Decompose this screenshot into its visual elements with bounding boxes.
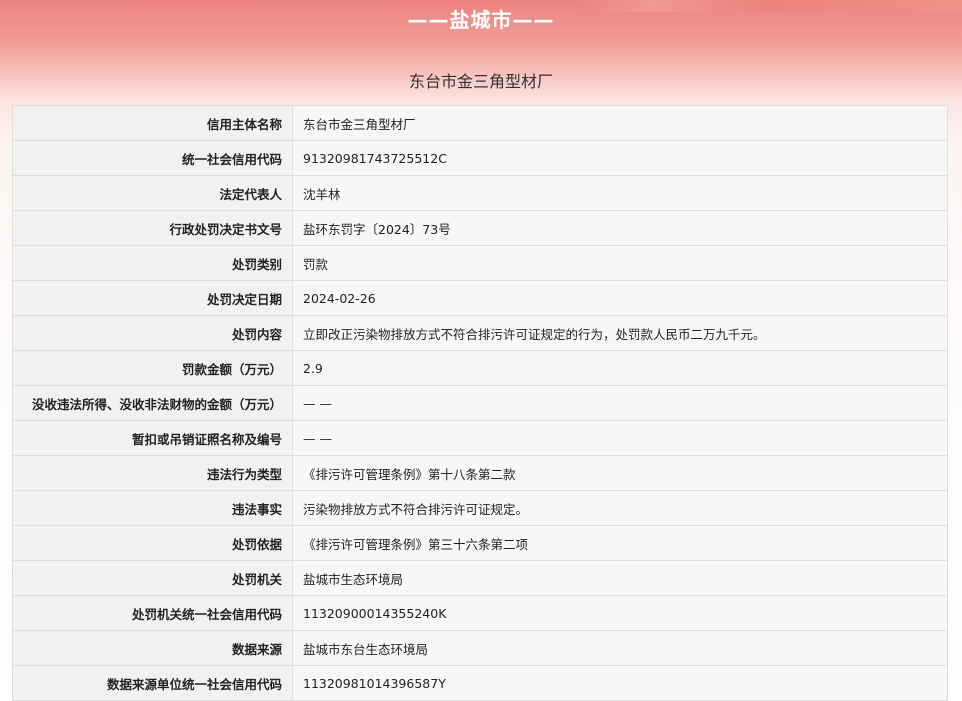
row-label: 处罚内容 xyxy=(12,315,293,351)
row-value: 91320981743725512C xyxy=(292,140,948,176)
table-row: 处罚机关统一社会信用代码 11320900014355240K xyxy=(12,595,948,631)
city-banner-title: ——盐城市—— xyxy=(407,8,555,32)
row-label: 处罚依据 xyxy=(12,525,293,561)
row-value: 11320900014355240K xyxy=(292,595,948,631)
table-row: 处罚决定日期 2024-02-26 xyxy=(12,280,948,316)
row-value: 2024-02-26 xyxy=(292,280,948,316)
table-row: 行政处罚决定书文号 盐环东罚字〔2024〕73号 xyxy=(12,210,948,246)
table-row: 没收违法所得、没收非法财物的金额（万元） — — xyxy=(12,385,948,421)
row-value: 《排污许可管理条例》第三十六条第二项 xyxy=(292,525,948,561)
row-value: 沈羊林 xyxy=(292,175,948,211)
table-row: 统一社会信用代码 91320981743725512C xyxy=(12,140,948,176)
row-label: 处罚类别 xyxy=(12,245,293,281)
table-row: 处罚内容 立即改正污染物排放方式不符合排污许可证规定的行为，处罚款人民币二万九千… xyxy=(12,315,948,351)
row-value: 盐城市东台生态环境局 xyxy=(292,630,948,666)
table-row: 法定代表人 沈羊林 xyxy=(12,175,948,211)
table-row: 违法行为类型 《排污许可管理条例》第十八条第二款 xyxy=(12,455,948,491)
row-value: 盐环东罚字〔2024〕73号 xyxy=(292,210,948,246)
row-label: 行政处罚决定书文号 xyxy=(12,210,293,246)
table-row: 处罚机关 盐城市生态环境局 xyxy=(12,560,948,596)
row-value: 罚款 xyxy=(292,245,948,281)
table-row: 信用主体名称 东台市金三角型材厂 xyxy=(12,105,948,141)
row-value: 污染物排放方式不符合排污许可证规定。 xyxy=(292,490,948,526)
row-label: 没收违法所得、没收非法财物的金额（万元） xyxy=(12,385,293,421)
row-label: 数据来源 xyxy=(12,630,293,666)
company-title: 东台市金三角型材厂 xyxy=(408,72,553,91)
row-value: 东台市金三角型材厂 xyxy=(292,105,948,141)
row-label: 处罚机关 xyxy=(12,560,293,596)
row-label: 处罚机关统一社会信用代码 xyxy=(12,595,293,631)
row-label: 统一社会信用代码 xyxy=(12,140,293,176)
table-row: 违法事实 污染物排放方式不符合排污许可证规定。 xyxy=(12,490,948,526)
row-label: 罚款金额（万元） xyxy=(12,350,293,386)
row-label: 数据来源单位统一社会信用代码 xyxy=(12,665,293,701)
row-label: 违法行为类型 xyxy=(12,455,293,491)
row-label: 暂扣或吊销证照名称及编号 xyxy=(12,420,293,456)
penalty-info-table: 信用主体名称 东台市金三角型材厂 统一社会信用代码 91320981743725… xyxy=(12,105,948,701)
table-row: 暂扣或吊销证照名称及编号 — — xyxy=(12,420,948,456)
row-value: 《排污许可管理条例》第十八条第二款 xyxy=(292,455,948,491)
row-label: 法定代表人 xyxy=(12,175,293,211)
row-value: 盐城市生态环境局 xyxy=(292,560,948,596)
table-row: 罚款金额（万元） 2.9 xyxy=(12,350,948,386)
table-row: 数据来源 盐城市东台生态环境局 xyxy=(12,630,948,666)
table-row: 处罚依据 《排污许可管理条例》第三十六条第二项 xyxy=(12,525,948,561)
row-label: 信用主体名称 xyxy=(12,105,293,141)
row-label: 违法事实 xyxy=(12,490,293,526)
row-value: 2.9 xyxy=(292,350,948,386)
table-row: 数据来源单位统一社会信用代码 11320981014396587Y xyxy=(12,665,948,701)
row-value: — — xyxy=(292,385,948,421)
row-value: — — xyxy=(292,420,948,456)
row-label: 处罚决定日期 xyxy=(12,280,293,316)
row-value: 11320981014396587Y xyxy=(292,665,948,701)
table-row: 处罚类别 罚款 xyxy=(12,245,948,281)
row-value: 立即改正污染物排放方式不符合排污许可证规定的行为，处罚款人民币二万九千元。 xyxy=(292,315,948,351)
